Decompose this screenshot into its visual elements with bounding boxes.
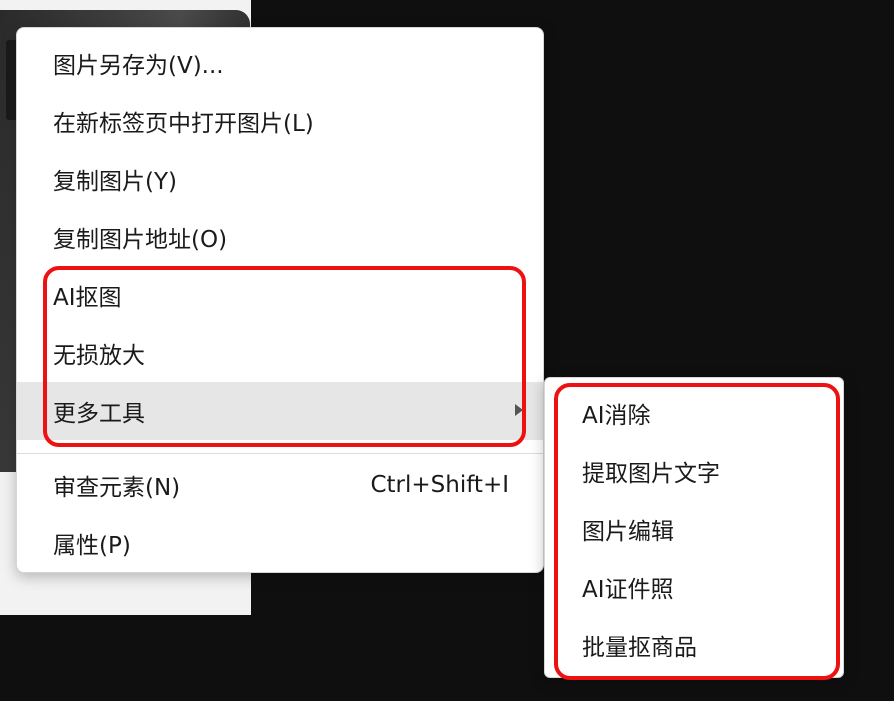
menu-item-label: 图片另存为(V)... bbox=[53, 53, 224, 79]
menu-item-label: 复制图片地址(O) bbox=[53, 227, 228, 253]
menu-item-label: 属性(P) bbox=[53, 533, 131, 559]
submenu-item-ai-erase[interactable]: AI消除 bbox=[545, 384, 843, 442]
menu-item-ai-cutout[interactable]: AI抠图 bbox=[17, 266, 543, 324]
menu-item-save-image-as[interactable]: 图片另存为(V)... bbox=[17, 34, 543, 92]
menu-item-label: AI抠图 bbox=[53, 285, 122, 311]
menu-item-label: 更多工具 bbox=[53, 401, 145, 427]
submenu-item-label: AI证件照 bbox=[582, 577, 674, 603]
submenu-item-label: AI消除 bbox=[582, 403, 651, 429]
submenu-arrow-icon bbox=[515, 404, 523, 416]
more-tools-submenu: AI消除 提取图片文字 图片编辑 AI证件照 批量抠商品 bbox=[544, 377, 844, 678]
menu-item-properties[interactable]: 属性(P) bbox=[17, 514, 543, 572]
menu-item-open-image-in-new-tab[interactable]: 在新标签页中打开图片(L) bbox=[17, 92, 543, 150]
menu-item-shortcut: Ctrl+Shift+I bbox=[370, 472, 509, 498]
submenu-item-label: 提取图片文字 bbox=[582, 461, 720, 487]
menu-item-label: 审查元素(N) bbox=[53, 475, 181, 501]
submenu-item-image-edit[interactable]: 图片编辑 bbox=[545, 500, 843, 558]
menu-item-inspect-element[interactable]: 审查元素(N) Ctrl+Shift+I bbox=[17, 456, 543, 514]
menu-item-copy-image-address[interactable]: 复制图片地址(O) bbox=[17, 208, 543, 266]
submenu-item-batch-product-cutout[interactable]: 批量抠商品 bbox=[545, 616, 843, 674]
menu-item-label: 复制图片(Y) bbox=[53, 169, 177, 195]
menu-item-label: 在新标签页中打开图片(L) bbox=[53, 111, 314, 137]
context-menu: 图片另存为(V)... 在新标签页中打开图片(L) 复制图片(Y) 复制图片地址… bbox=[16, 27, 544, 573]
screen: 图片另存为(V)... 在新标签页中打开图片(L) 复制图片(Y) 复制图片地址… bbox=[0, 0, 894, 701]
menu-item-lossless-upscale[interactable]: 无损放大 bbox=[17, 324, 543, 382]
submenu-item-label: 批量抠商品 bbox=[582, 635, 697, 661]
submenu-item-ai-id-photo[interactable]: AI证件照 bbox=[545, 558, 843, 616]
menu-item-label: 无损放大 bbox=[53, 343, 145, 369]
menu-separator bbox=[17, 453, 543, 454]
submenu-item-extract-text[interactable]: 提取图片文字 bbox=[545, 442, 843, 500]
menu-item-more-tools[interactable]: 更多工具 bbox=[17, 382, 543, 440]
menu-item-copy-image[interactable]: 复制图片(Y) bbox=[17, 150, 543, 208]
submenu-item-label: 图片编辑 bbox=[582, 519, 674, 545]
